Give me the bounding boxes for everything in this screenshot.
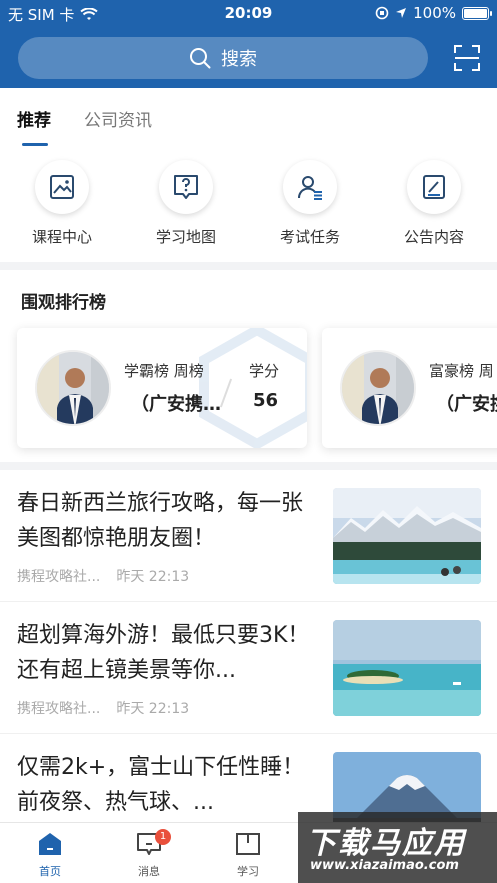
news-title: 仅需2k+，富士山下任性睡！前夜祭、热气球、... xyxy=(17,755,305,815)
section-divider xyxy=(0,262,497,270)
shortcut-learning-map[interactable]: 学习地图 xyxy=(131,160,241,247)
nav-label: 消息 xyxy=(138,865,160,878)
battery-icon xyxy=(462,6,492,20)
score-value: 56 xyxy=(253,390,279,411)
section-divider xyxy=(0,462,497,470)
news-item[interactable]: 超划算海外游！最低只要3K！还有超上镜美景等你... 携程攻略社... 昨天 22… xyxy=(0,602,497,734)
news-source: 携程攻略社... xyxy=(17,569,101,585)
search-icon xyxy=(190,48,211,69)
tab-company-news[interactable]: 公司资讯 xyxy=(84,106,152,131)
tab-bar: 推荐 公司资讯 xyxy=(0,88,497,148)
shortcut-course-center[interactable]: 课程中心 xyxy=(7,160,117,247)
nav-label: 学习 xyxy=(237,865,259,878)
news-meta: 携程攻略社... 昨天 22:13 xyxy=(17,698,189,718)
search-placeholder: 搜索 xyxy=(221,49,257,70)
unread-badge: 1 xyxy=(155,829,171,845)
news-title: 超划算海外游！最低只要3K！还有超上镜美景等你... xyxy=(17,623,310,683)
shortcut-label: 考试任务 xyxy=(279,228,340,246)
rank-name: 富豪榜 周 xyxy=(429,362,494,380)
news-meta: 携程攻略社... 昨天 22:13 xyxy=(17,566,189,586)
avatar-person-icon xyxy=(37,352,109,424)
avatar-person-icon xyxy=(342,352,414,424)
map-question-icon xyxy=(174,175,198,199)
shortcut-circle xyxy=(283,160,337,214)
hexagon-watermark-icon xyxy=(199,328,307,448)
nav-study[interactable]: 学习 xyxy=(218,831,278,879)
news-time: 昨天 22:13 xyxy=(116,701,190,717)
nav-messages[interactable]: 1 消息 xyxy=(119,829,179,879)
news-thumbnail xyxy=(333,620,481,716)
status-right: 100% xyxy=(375,4,492,22)
news-item[interactable]: 仅需2k+，富士山下任性睡！前夜祭、热气球、... xyxy=(0,734,497,822)
news-thumbnail xyxy=(333,488,481,584)
shortcut-announcements[interactable]: 公告内容 xyxy=(379,160,489,247)
tropical-island-image xyxy=(333,620,481,716)
shortcut-circle xyxy=(35,160,89,214)
news-source: 携程攻略社... xyxy=(17,701,101,717)
avatar xyxy=(35,350,111,426)
watermark-url: www.xiazaimao.com xyxy=(310,858,459,873)
news-title: 春日新西兰旅行攻略，每一张美图都惊艳朋友圈！ xyxy=(17,491,304,551)
rank-card-study[interactable]: 学霸榜 周榜 （广安携… 学分 56 xyxy=(17,328,307,448)
shortcut-circle xyxy=(407,160,461,214)
watermark-title: 下载马应用 xyxy=(306,826,466,861)
image-icon xyxy=(50,175,74,199)
site-watermark: 下载马应用 www.xiazaimao.com xyxy=(298,812,497,883)
ranking-title: 围观排行榜 xyxy=(21,293,106,313)
avatar xyxy=(340,350,416,426)
shortcut-label: 公告内容 xyxy=(403,228,464,246)
news-time: 昨天 22:13 xyxy=(116,569,190,585)
rank-name: 学霸榜 周榜 xyxy=(124,362,204,380)
book-icon xyxy=(236,833,260,855)
rank-company: （广安携… xyxy=(131,394,221,415)
header: 搜索 xyxy=(0,28,497,88)
tab-recommend[interactable]: 推荐 xyxy=(17,106,51,131)
news-list: 春日新西兰旅行攻略，每一张美图都惊艳朋友圈！ 携程攻略社... 昨天 22:13 … xyxy=(0,470,497,822)
home-icon xyxy=(39,833,61,855)
nav-home[interactable]: 首页 xyxy=(20,831,80,879)
news-item[interactable]: 春日新西兰旅行攻略，每一张美图都惊艳朋友圈！ 携程攻略社... 昨天 22:13 xyxy=(0,470,497,602)
status-bar: 无 SIM 卡 20:09 100% xyxy=(0,0,497,28)
nav-label: 首页 xyxy=(39,865,61,878)
shortcut-circle xyxy=(159,160,213,214)
mountain-lake-image xyxy=(333,488,481,584)
location-icon xyxy=(396,8,407,18)
shortcut-label: 学习地图 xyxy=(155,228,216,246)
edit-note-icon xyxy=(423,175,445,199)
battery-percent: 100% xyxy=(413,4,456,22)
search-input[interactable]: 搜索 xyxy=(18,37,428,79)
user-list-icon xyxy=(297,176,322,200)
ranking-section: 围观排行榜 学霸榜 周榜 （广安携… 学分 56 富豪榜 周 （广安 xyxy=(0,270,497,462)
shortcut-label: 课程中心 xyxy=(31,228,92,246)
shortcut-grid: 课程中心 学习地图 考试任务 公告内容 xyxy=(0,150,497,262)
shortcut-exam-tasks[interactable]: 考试任务 xyxy=(255,160,365,247)
rank-card-wealth[interactable]: 富豪榜 周 （广安携 xyxy=(322,328,497,448)
scan-icon[interactable] xyxy=(453,44,481,72)
score-label: 学分 xyxy=(249,362,280,380)
orientation-lock-icon xyxy=(375,6,389,20)
tab-underline xyxy=(22,143,48,146)
rank-company: （广安携 xyxy=(436,394,497,415)
